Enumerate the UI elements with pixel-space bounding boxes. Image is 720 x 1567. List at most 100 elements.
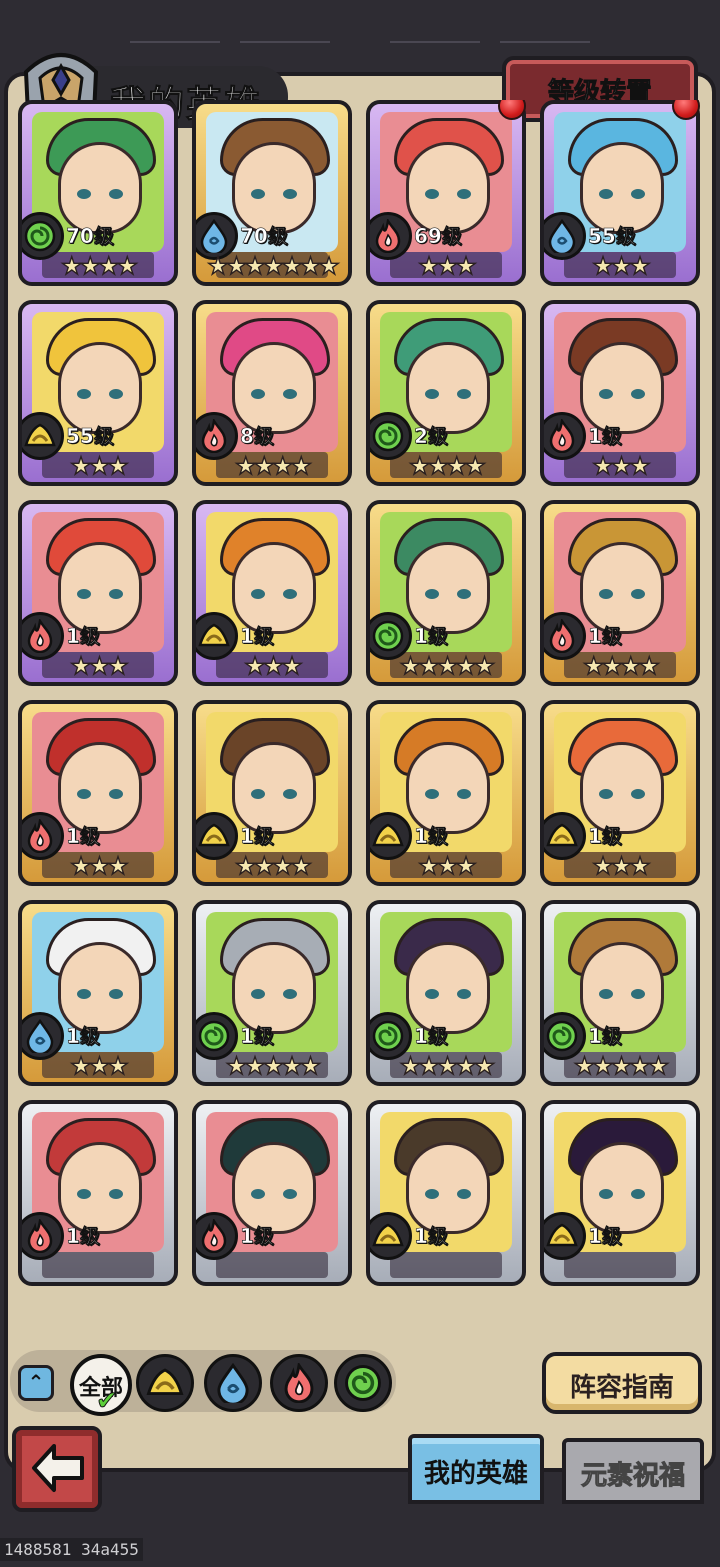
hero-stars: ★★★★ [234,452,312,480]
hero-stars: ★★★★★ [573,1052,670,1080]
tab-my-heroes-label: 我的英雄 [423,1459,528,1489]
hero-card[interactable]: 1级 ★★★ [540,300,700,486]
hero-level: 1级 [240,624,275,649]
hero-level: 1级 [588,624,623,649]
earth-element-icon [196,612,238,660]
hero-level: 1级 [240,1024,275,1049]
hero-card[interactable]: 2级 ★★★★ [366,300,526,486]
hero-level: 70级 [240,224,288,249]
fire-element-icon [22,812,64,860]
hero-card[interactable]: 70级 ★★★★★★★ [192,100,352,286]
back-button[interactable] [12,1426,102,1512]
hero-card[interactable]: 55级 ★★★ [540,100,700,286]
lineup-guide-button[interactable]: 阵容指南 [542,1352,702,1414]
tab-element-blessing[interactable]: 元素祝福 [562,1438,704,1504]
hero-level: 1级 [66,1024,101,1049]
hero-card[interactable]: 1级 ★★★ [18,900,178,1086]
hero-card[interactable]: 1级 ★★★★★ [366,500,526,686]
star-bar [216,1252,328,1278]
earth-element-icon [196,812,238,860]
fire-element-icon [544,412,586,460]
hero-stars: ★★★ [70,452,130,480]
hero-level: 1级 [414,1224,449,1249]
hero-stars: ★★★★ [582,652,660,680]
fire-element-icon [196,1212,238,1260]
hero-card[interactable]: 1级 ★★★ [18,500,178,686]
hero-stars: ★★★ [70,1052,130,1080]
hero-card[interactable]: 8级 ★★★★ [192,300,352,486]
filter-water-button[interactable] [204,1354,262,1412]
hero-grid[interactable]: 70级 ★★★★ 70级 ★★★★★★★ 69级 ★★★ 55级 ★★★ 55级… [14,100,704,1328]
hero-card[interactable]: 1级 ★★★★★ [366,900,526,1086]
hero-level: 1级 [66,624,101,649]
hero-level: 70级 [66,224,114,249]
hero-level: 1级 [66,824,101,849]
earth-element-icon [544,1212,586,1260]
hero-level: 1级 [588,1224,623,1249]
star-bar [564,1252,676,1278]
hero-card[interactable]: 1级 ★★★★★ [192,900,352,1086]
filter-wind-button[interactable] [334,1354,392,1412]
star-bar [390,1252,502,1278]
hero-stars: ★★★ [70,652,130,680]
earth-element-icon [544,812,586,860]
hero-level: 55级 [66,424,114,449]
hero-stars: ★★★★★ [225,1052,322,1080]
hero-card[interactable]: 1级 ★★★★ [192,700,352,886]
hero-level: 2级 [414,424,449,449]
hero-card[interactable]: 70级 ★★★★ [18,100,178,286]
hero-card[interactable]: 1级 [366,1100,526,1286]
hero-stars: ★★★ [592,452,652,480]
fire-element-icon [196,412,238,460]
lineup-guide-label: 阵容指南 [569,1373,674,1403]
hero-level: 1级 [588,824,623,849]
water-element-icon [22,1012,64,1060]
hero-stars: ★★★ [592,252,652,280]
hero-stars: ★★★ [70,852,130,880]
hero-card[interactable]: 1级 [540,1100,700,1286]
hero-card[interactable]: 1级 ★★★ [18,700,178,886]
hero-card[interactable]: 1级 [18,1100,178,1286]
decor-dash [500,41,590,43]
hero-level: 1级 [66,1224,101,1249]
hero-level: 55级 [588,224,636,249]
fire-element-icon [544,612,586,660]
checkmark-icon: ✔ [96,1386,119,1417]
decor-dash [390,41,480,43]
footer-id: 1488581 34a455 [0,1538,143,1561]
hero-card[interactable]: 1级 ★★★ [540,700,700,886]
tab-my-heroes[interactable]: 我的英雄 [408,1434,544,1504]
decor-dash [240,41,330,43]
hero-card[interactable]: 1级 [192,1100,352,1286]
filter-fire-button[interactable] [270,1354,328,1412]
star-bar [42,1252,154,1278]
hero-level: 1级 [240,824,275,849]
earth-element-icon [370,812,412,860]
hero-level: 1级 [240,1224,275,1249]
hero-card[interactable]: 1级 ★★★ [366,700,526,886]
hero-stars: ★★★★ [60,252,138,280]
hero-level: 1级 [414,1024,449,1049]
hero-level: 69级 [414,224,462,249]
hero-card[interactable]: 1级 ★★★★★ [540,900,700,1086]
hero-card[interactable]: 55级 ★★★ [18,300,178,486]
hero-level: 1级 [414,824,449,849]
earth-element-icon [370,1212,412,1260]
tab-element-blessing-label: 元素祝福 [580,1461,685,1492]
hero-level: 8级 [240,424,275,449]
filter-earth-button[interactable] [136,1354,194,1412]
chevron-up-icon: ⌃ [27,1370,45,1394]
hero-level: 1级 [414,624,449,649]
earth-element-icon [22,412,64,460]
water-element-icon [544,212,586,260]
hero-card[interactable]: 69级 ★★★ [366,100,526,286]
collapse-button[interactable]: ⌃ [18,1365,54,1401]
fire-element-icon [22,612,64,660]
wind-element-icon [22,212,64,260]
hero-card[interactable]: 1级 ★★★ [192,500,352,686]
fire-element-icon [22,1212,64,1260]
decor-dash [130,41,220,43]
hero-card[interactable]: 1级 ★★★★ [540,500,700,686]
hero-stars: ★★★ [244,652,304,680]
hero-stars: ★★★ [418,252,478,280]
